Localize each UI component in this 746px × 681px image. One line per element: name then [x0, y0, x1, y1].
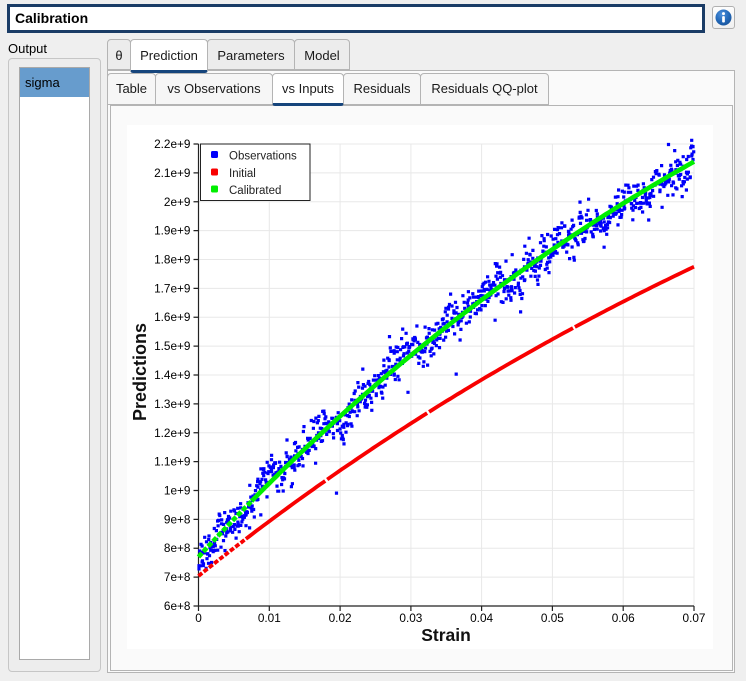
svg-text:1e+9: 1e+9: [164, 484, 191, 498]
svg-text:2e+9: 2e+9: [164, 195, 191, 209]
svg-text:1.7e+9: 1.7e+9: [154, 281, 190, 295]
svg-text:0.02: 0.02: [329, 611, 352, 625]
svg-text:0.05: 0.05: [541, 611, 564, 625]
svg-text:1.9e+9: 1.9e+9: [154, 224, 190, 238]
svg-text:0.07: 0.07: [683, 611, 706, 625]
svg-text:0.04: 0.04: [470, 611, 493, 625]
svg-text:1.1e+9: 1.1e+9: [154, 455, 190, 469]
svg-text:9e+8: 9e+8: [164, 512, 191, 526]
svg-text:2.2e+9: 2.2e+9: [154, 137, 190, 151]
svg-text:6e+8: 6e+8: [164, 599, 191, 613]
svg-text:Predictions: Predictions: [130, 323, 150, 421]
svg-text:0.06: 0.06: [612, 611, 635, 625]
svg-text:8e+8: 8e+8: [164, 541, 191, 555]
svg-text:7e+8: 7e+8: [164, 570, 191, 584]
svg-text:1.2e+9: 1.2e+9: [154, 426, 190, 440]
svg-text:2.1e+9: 2.1e+9: [154, 166, 190, 180]
svg-text:Strain: Strain: [421, 625, 471, 645]
svg-text:1.8e+9: 1.8e+9: [154, 253, 190, 267]
svg-text:0.01: 0.01: [258, 611, 281, 625]
svg-text:Observations: Observations: [229, 151, 297, 163]
svg-text:Initial: Initial: [229, 168, 256, 180]
svg-text:0.03: 0.03: [399, 611, 422, 625]
svg-text:1.5e+9: 1.5e+9: [154, 339, 190, 353]
svg-text:1.4e+9: 1.4e+9: [154, 368, 190, 382]
svg-text:1.6e+9: 1.6e+9: [154, 310, 190, 324]
svg-text:1.3e+9: 1.3e+9: [154, 397, 190, 411]
svg-text:0: 0: [195, 611, 202, 625]
svg-text:Calibrated: Calibrated: [229, 185, 281, 197]
